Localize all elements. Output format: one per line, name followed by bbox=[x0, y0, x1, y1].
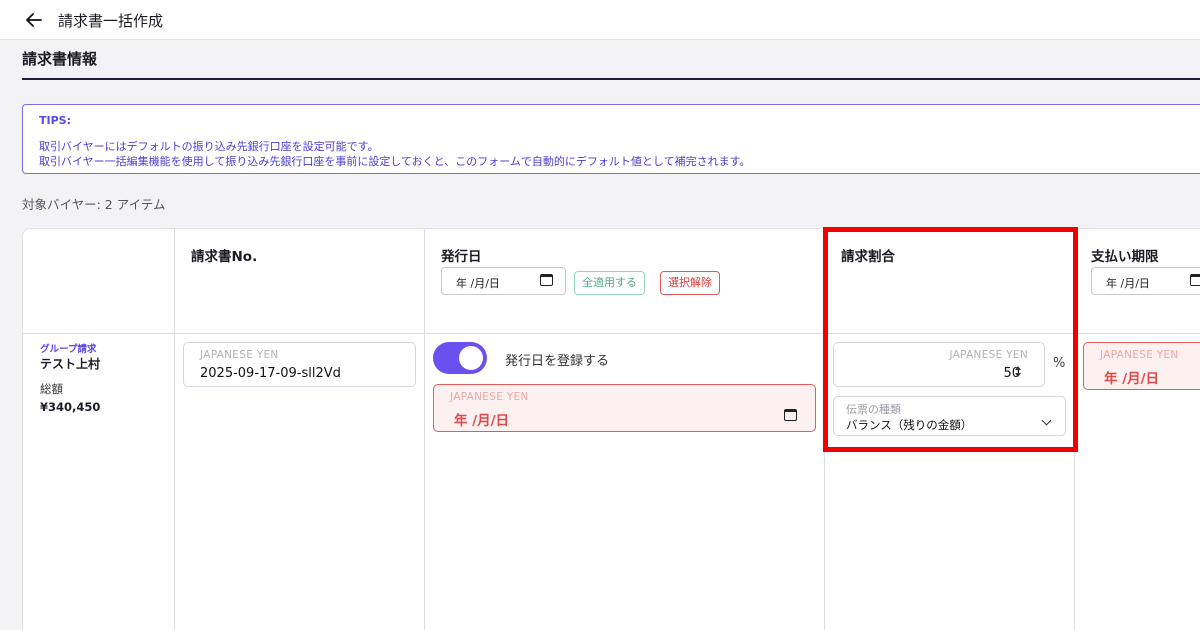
invoice-table: 請求書No. 発行日 請求割合 支払い期限 年 /月/日 全適用する 選択解除 … bbox=[22, 228, 1200, 630]
clear-selection-button[interactable]: 選択解除 bbox=[660, 271, 720, 295]
column-divider bbox=[824, 229, 825, 630]
back-button[interactable] bbox=[22, 8, 46, 32]
column-header-ratio: 請求割合 bbox=[841, 249, 895, 265]
issue-date-value: 年 /月/日 bbox=[454, 413, 510, 429]
toggle-knob bbox=[459, 346, 483, 370]
date-placeholder: 年 /月/日 bbox=[1106, 277, 1150, 290]
column-header-invoice-no: 請求書No. bbox=[191, 249, 258, 265]
column-header-issue-date: 発行日 bbox=[441, 249, 482, 265]
register-issue-date-label: 発行日を登録する bbox=[505, 354, 610, 369]
column-divider bbox=[424, 229, 425, 630]
calendar-icon bbox=[540, 274, 553, 286]
field-caption: JAPANESE YEN bbox=[200, 349, 279, 361]
due-date-value: 年 /月/日 bbox=[1104, 371, 1160, 387]
field-caption: JAPANESE YEN bbox=[949, 349, 1028, 361]
section-title: 請求書情報 bbox=[22, 50, 98, 68]
bulk-issue-date-input[interactable]: 年 /月/日 bbox=[441, 267, 566, 295]
page-title: 請求書一括作成 bbox=[58, 12, 164, 30]
slip-type-caption: 伝票の種類 bbox=[846, 403, 901, 416]
total-label: 総額 bbox=[40, 382, 63, 396]
invoice-no-value: 2025-09-17-09-sll2Vd bbox=[200, 366, 341, 381]
tips-line-2: 取引バイヤー一括編集機能を使用して振り込み先銀行口座を事前に設定しておくと、この… bbox=[39, 155, 751, 168]
ratio-unit: % bbox=[1053, 356, 1066, 371]
arrow-left-icon bbox=[26, 13, 42, 27]
slip-type-value: バランス（残りの金額） bbox=[846, 418, 973, 432]
total-value: ¥340,450 bbox=[40, 400, 101, 414]
column-divider bbox=[174, 229, 175, 630]
buyer-name: テスト上村 bbox=[40, 357, 101, 371]
field-caption: JAPANESE YEN bbox=[1100, 349, 1179, 361]
tips-title: TIPS: bbox=[39, 114, 71, 127]
issue-date-field[interactable]: JAPANESE YEN 年 /月/日 bbox=[433, 384, 816, 432]
invoice-no-field[interactable]: JAPANESE YEN 2025-09-17-09-sll2Vd bbox=[183, 342, 416, 387]
calendar-icon bbox=[784, 409, 797, 421]
tips-line-1: 取引バイヤーにはデフォルトの振り込み先銀行口座を設定可能です。 bbox=[39, 140, 379, 153]
due-date-field[interactable]: JAPANESE YEN 年 /月/日 bbox=[1083, 342, 1200, 390]
bulk-due-date-input[interactable]: 年 /月/日 bbox=[1091, 267, 1200, 295]
header-divider bbox=[23, 333, 1200, 334]
column-divider bbox=[1074, 229, 1075, 630]
ratio-input[interactable]: JAPANESE YEN 50 bbox=[833, 342, 1045, 387]
calendar-icon bbox=[1190, 274, 1200, 286]
register-issue-date-toggle[interactable] bbox=[433, 342, 487, 374]
section-divider bbox=[22, 78, 1200, 80]
group-billing-tag: グループ請求 bbox=[40, 344, 97, 355]
field-caption: JAPANESE YEN bbox=[450, 391, 529, 403]
top-bar: 請求書一括作成 bbox=[0, 0, 1200, 40]
tips-box: TIPS: 取引バイヤーにはデフォルトの振り込み先銀行口座を設定可能です。 取引… bbox=[22, 104, 1200, 174]
column-header-due-date: 支払い期限 bbox=[1091, 249, 1159, 265]
stepper-up-icon bbox=[1015, 366, 1021, 370]
stepper-down-icon bbox=[1015, 373, 1021, 377]
date-placeholder: 年 /月/日 bbox=[456, 277, 500, 290]
target-buyer-count: 対象バイヤー: 2 アイテム bbox=[22, 197, 166, 212]
apply-all-button[interactable]: 全適用する bbox=[574, 271, 645, 295]
